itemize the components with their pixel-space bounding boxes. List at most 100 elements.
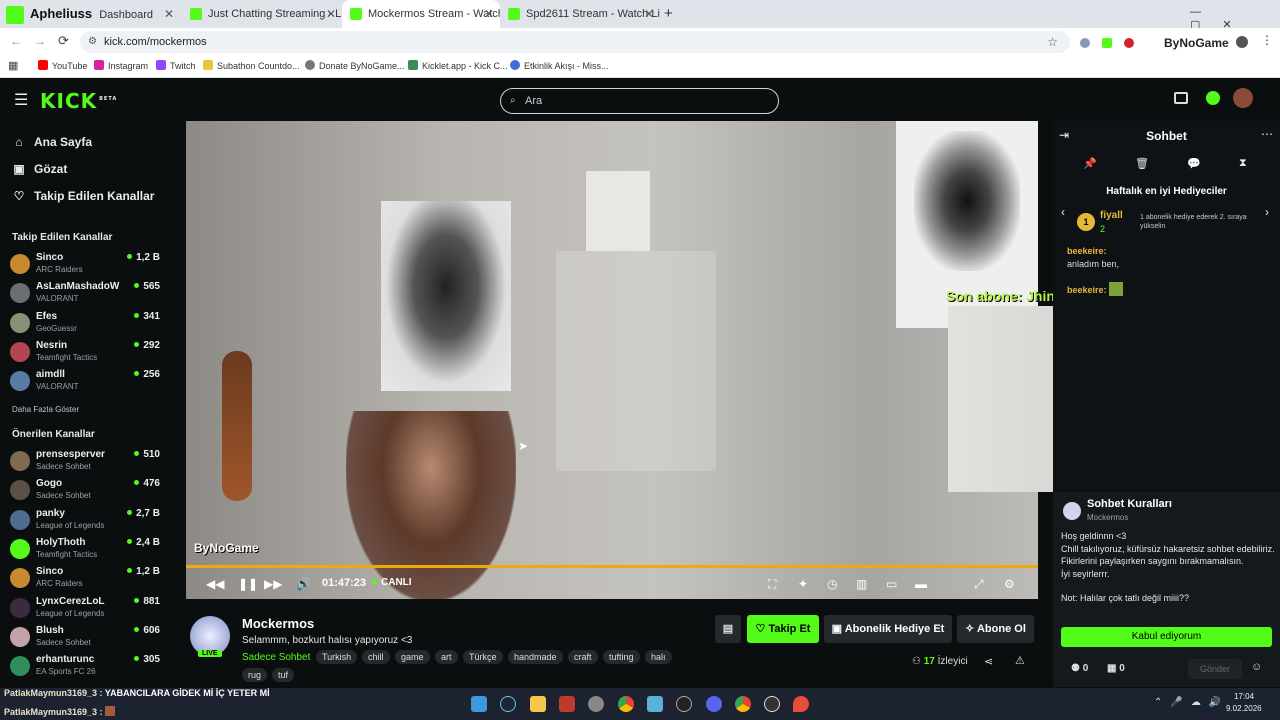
maps-pin-icon[interactable] <box>793 696 809 712</box>
kick-coin-icon[interactable] <box>1206 91 1220 105</box>
nav-home[interactable]: ⌂ Ana Sayfa <box>12 135 92 149</box>
gifters-next-icon[interactable]: › <box>1265 205 1269 219</box>
clip-button[interactable]: ▤ <box>715 615 741 643</box>
new-tab-button[interactable]: + <box>664 5 673 22</box>
forward-icon[interactable]: → <box>34 34 46 48</box>
clip-icon[interactable]: ⛶ <box>768 577 776 592</box>
tab-just-chatting[interactable]: Just Chatting Streaming - Live ✕ <box>182 0 342 28</box>
close-icon[interactable]: ✕ <box>164 0 174 28</box>
bynogame-extension[interactable]: ByNoGame <box>1164 36 1229 50</box>
accept-rules-button[interactable]: Kabul ediyorum <box>1061 627 1272 647</box>
rewind-icon[interactable]: ◀◀ <box>206 577 224 591</box>
settings-icon[interactable]: ⚙ <box>1004 577 1015 591</box>
media-app-icon[interactable] <box>559 696 575 712</box>
channel-item[interactable]: Sinco ARC Raiders 1,2 B <box>10 566 160 594</box>
stream-category[interactable]: Sadece Sohbet <box>242 652 310 663</box>
channel-item[interactable]: Blush Sadece Sohbet 606 <box>10 625 160 653</box>
tag-pill[interactable]: Türkçe <box>463 650 503 664</box>
subscribe-button[interactable]: ✧ Abone Ol <box>957 615 1034 643</box>
close-icon[interactable]: ✕ <box>644 0 654 28</box>
hourglass-icon[interactable]: ⧗ <box>1239 157 1247 170</box>
tag-pill[interactable]: rug <box>242 668 268 682</box>
bookmark-donate[interactable]: Donate ByNoGame... <box>305 60 405 71</box>
fast-forward-icon[interactable]: ▶▶ <box>264 577 282 591</box>
back-icon[interactable]: ← <box>10 34 22 48</box>
close-icon[interactable]: ✕ <box>484 0 494 28</box>
gifters-prev-icon[interactable]: ‹ <box>1061 205 1065 219</box>
app-icon[interactable] <box>588 696 604 712</box>
bookmark-subathon[interactable]: Subathon Countdo... <box>203 60 300 71</box>
url-input[interactable]: ⚙ kick.com/mockermos ☆ <box>80 31 1070 53</box>
channel-item[interactable]: Gogo Sadece Sohbet 476 <box>10 478 160 506</box>
folder-icon[interactable] <box>530 696 546 712</box>
gifter-name[interactable]: fiyall <box>1100 210 1123 221</box>
user-avatar[interactable] <box>1233 88 1253 108</box>
reload-icon[interactable]: ⟳ <box>58 33 69 49</box>
channel-item[interactable]: erhanturunc EA Sports FC 26 305 <box>10 654 160 682</box>
message-icon[interactable]: 💬 <box>1187 157 1201 170</box>
chrome-icon[interactable] <box>735 696 751 712</box>
windows-start-icon[interactable] <box>471 696 487 712</box>
progress-bar[interactable] <box>186 565 1038 568</box>
bookmark-etkinlik[interactable]: Etkinlik Akışı - Miss... <box>510 60 609 71</box>
bookmark-star-icon[interactable]: ☆ <box>1047 31 1058 53</box>
tag-pill[interactable]: handmade <box>508 650 563 664</box>
tag-pill[interactable]: chill <box>362 650 390 664</box>
tag-pill[interactable]: art <box>435 650 458 664</box>
fullscreen-icon[interactable]: ⤢ <box>974 577 984 592</box>
tab-spd2611[interactable]: Spd2611 Stream - Watch Li ✕ <box>500 0 660 28</box>
channel-item[interactable]: aimdll VALORANT 256 <box>10 369 160 397</box>
channel-item[interactable]: AsLanMashadoW VALORANT 565 <box>10 281 160 309</box>
bookmark-youtube[interactable]: YouTube <box>38 60 87 71</box>
tag-pill[interactable]: craft <box>568 650 598 664</box>
chrome-icon[interactable] <box>618 696 634 712</box>
hamburger-menu-icon[interactable]: ☰ <box>14 90 28 110</box>
store-counter[interactable]: ▦ 0 <box>1107 663 1125 674</box>
profile-avatar[interactable] <box>1236 36 1248 48</box>
channel-name[interactable]: Mockermos <box>242 616 314 631</box>
kicks-counter[interactable]: ⚉ 0 <box>1071 663 1088 674</box>
app-icon[interactable] <box>647 696 663 712</box>
channel-item[interactable]: Sinco ARC Raiders 1,2 B <box>10 252 160 280</box>
bookmark-twitch[interactable]: Twitch <box>156 60 196 71</box>
discord-icon[interactable] <box>706 696 722 712</box>
report-icon[interactable]: ⚠ <box>1015 654 1025 667</box>
theatre-icon[interactable]: ▬ <box>915 577 927 591</box>
clock-time[interactable]: 17:04 <box>1234 692 1254 701</box>
steam-icon[interactable] <box>500 696 516 712</box>
volume-icon[interactable]: 🔊 <box>296 577 311 591</box>
nav-browse[interactable]: ▣ Gözat <box>12 162 67 176</box>
channel-item[interactable]: HolyThoth Teamfight Tactics 2,4 B <box>10 537 160 565</box>
extension-icons[interactable] <box>1080 35 1150 49</box>
tag-pill[interactable]: tuf <box>272 668 295 682</box>
bookmark-kicklet[interactable]: Kicklet.app - Kick C... <box>408 60 508 71</box>
timer-icon[interactable]: ◷ <box>827 577 837 591</box>
pause-icon[interactable]: ❚❚ <box>238 577 258 591</box>
apps-icon[interactable]: ▦ <box>8 59 18 72</box>
share-icon[interactable]: ⋖ <box>984 655 993 668</box>
tag-pill[interactable]: Turkish <box>316 650 358 664</box>
channel-item[interactable]: prensesperver Sadece Sohbet 510 <box>10 449 160 477</box>
channel-item[interactable]: panky League of Legends 2,7 B <box>10 508 160 536</box>
tag-pill[interactable]: game <box>395 650 430 664</box>
app-icon[interactable] <box>764 696 780 712</box>
system-tray[interactable]: ⌃🎤☁🔊 <box>1154 697 1229 708</box>
gift-sub-button[interactable]: ▣ Abonelik Hediye Et <box>824 615 952 643</box>
trash-icon[interactable]: 🗑 <box>1135 157 1149 170</box>
channel-item[interactable]: LynxCerezLoL League of Legends 881 <box>10 596 160 624</box>
obs-icon[interactable] <box>676 696 692 712</box>
send-button[interactable]: Gönder <box>1188 659 1242 679</box>
tab-mockermos[interactable]: Mockermos Stream - Watch ✕ <box>342 0 500 28</box>
site-info-icon[interactable]: ⚙ <box>88 31 97 53</box>
menu-icon[interactable]: ⋮ <box>1261 33 1273 47</box>
show-more-link[interactable]: Daha Fazla Göster <box>12 405 79 414</box>
pip-icon[interactable]: ▭ <box>886 577 897 591</box>
close-icon[interactable]: ✕ <box>326 0 336 28</box>
clock-date[interactable]: 9.02.2026 <box>1226 704 1262 713</box>
sparkle-icon[interactable]: ✦ <box>798 577 808 591</box>
tab-dashboard[interactable]: Apheliuss Dashboard ✕ <box>0 0 180 28</box>
follow-button[interactable]: ♡ Takip Et <box>747 615 819 643</box>
tag-pill[interactable]: halı <box>645 650 672 664</box>
pin-icon[interactable]: 📌 <box>1083 157 1097 170</box>
search-input[interactable]: ⌕ Ara <box>500 88 779 114</box>
